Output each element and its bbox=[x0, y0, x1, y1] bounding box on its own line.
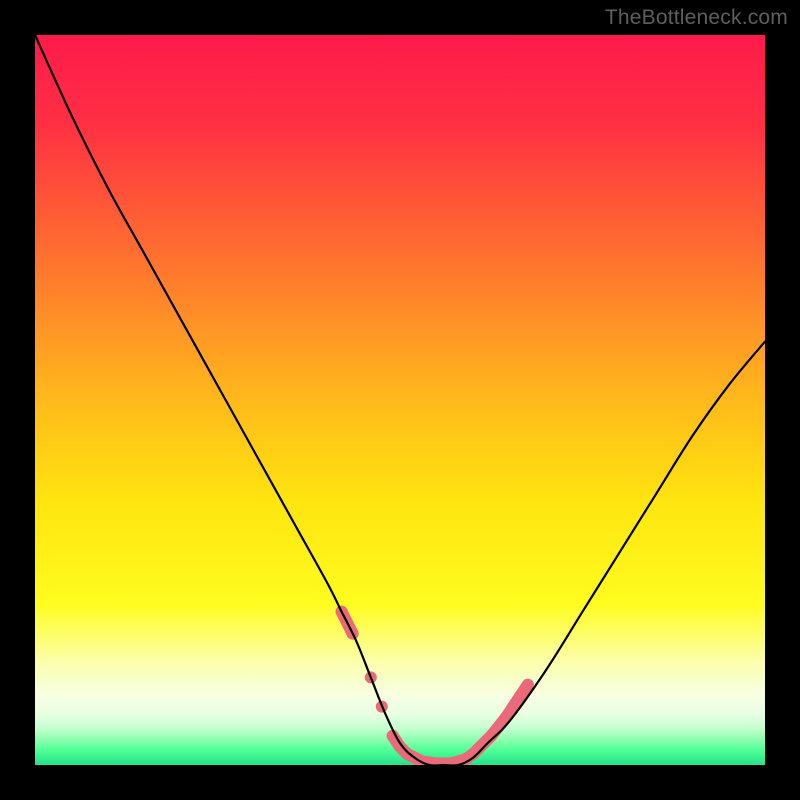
bottleneck-curve bbox=[35, 35, 765, 765]
plot-area bbox=[35, 35, 765, 765]
chart-frame: TheBottleneck.com bbox=[0, 0, 800, 800]
curve-layer bbox=[35, 35, 765, 765]
watermark-text: TheBottleneck.com bbox=[605, 6, 788, 30]
highlight-markers bbox=[336, 606, 534, 765]
